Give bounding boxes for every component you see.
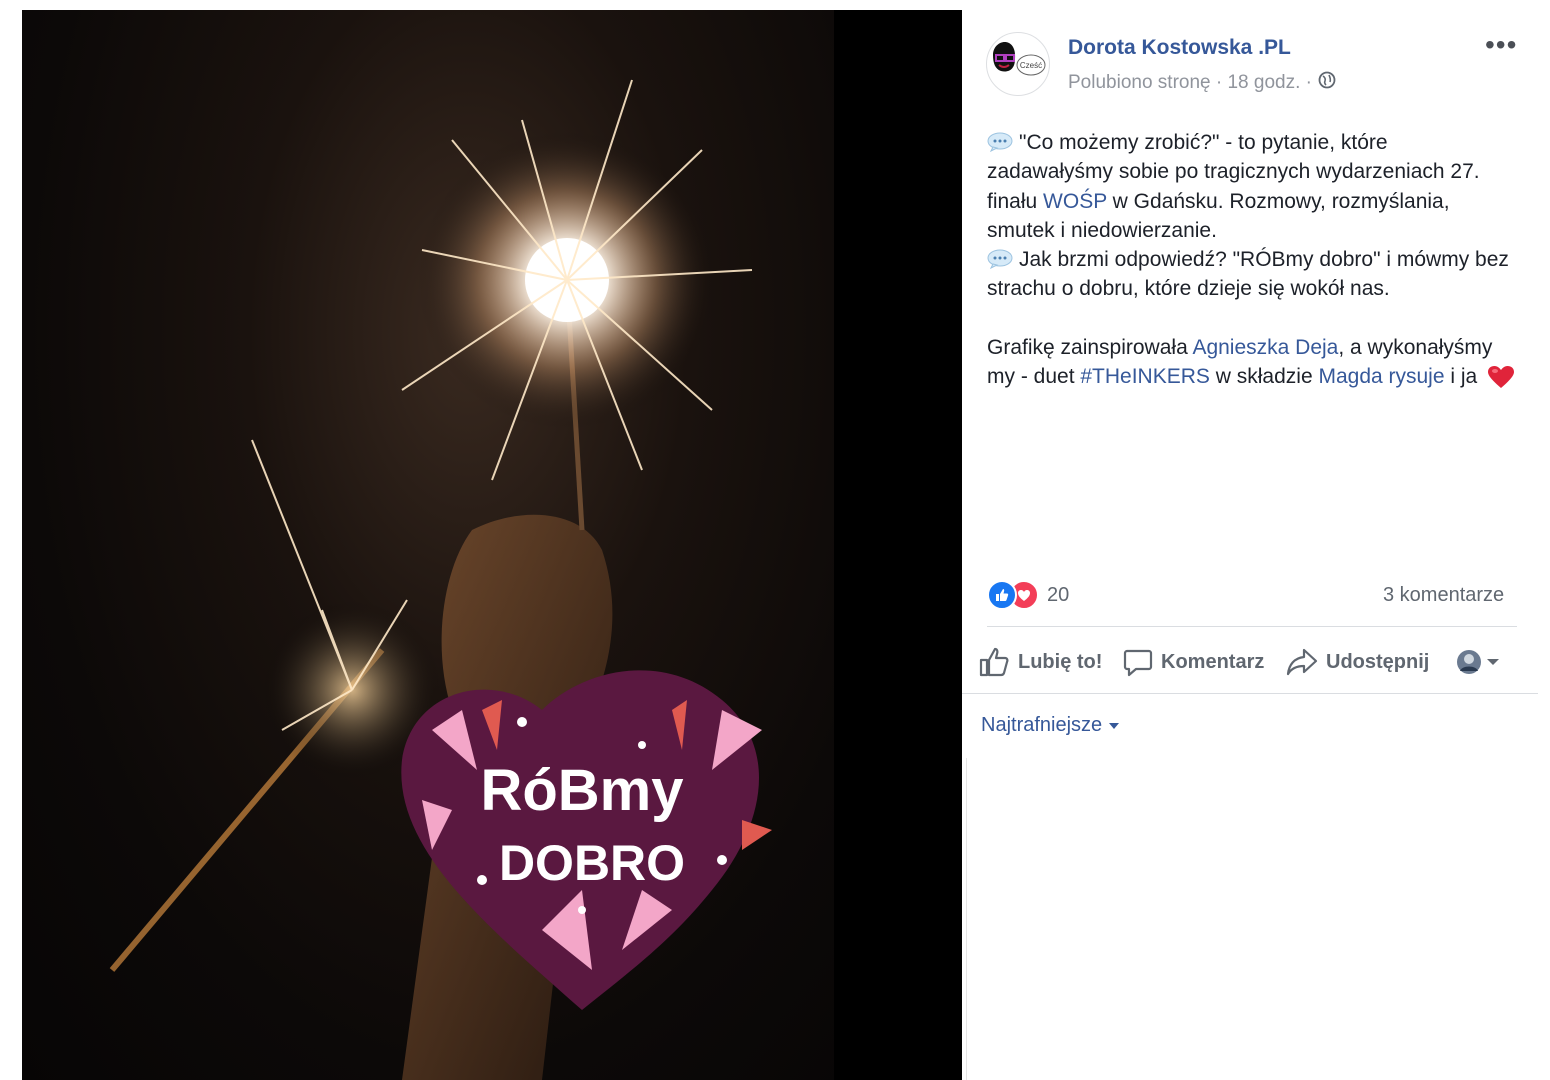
comment-label: Komentarz [1161,650,1265,673]
divider [987,626,1517,627]
sidebar-left-border [966,758,967,1080]
author-name[interactable]: Dorota Kostowska .PL [1068,36,1291,60]
speech-bubble-icon [1123,649,1153,677]
post-paragraph-2: Jak brzmi odpowiedź? "RÓBmy dobro" i mów… [987,245,1517,304]
heart-text-line1: RóBmy [480,758,683,823]
like-label: Lubię to! [1018,650,1103,673]
comment-button[interactable]: Komentarz [1123,642,1264,682]
post-image-container[interactable]: RóBmy DOBRO [22,10,962,1080]
red-heart-icon [1488,366,1515,389]
thumbs-up-icon [979,647,1009,677]
divider [962,693,1538,694]
link-hashtag-theinkers[interactable]: #THeINKERS [1080,365,1210,388]
paragraph-3-text-d: i ja [1444,365,1478,389]
post-body: "Co możemy zrobić?" - to pytanie, które … [987,128,1517,391]
author-avatar[interactable]: Cześć [986,32,1050,96]
share-label: Udostępnij [1326,650,1430,673]
reactions-summary[interactable]: 20 [987,580,1069,610]
heart-text-line2: DOBRO [499,835,685,891]
reactions-count: 20 [1047,583,1070,606]
sparkler-photo-illustration: RóBmy DOBRO [109,79,772,1080]
globe-icon[interactable] [1318,71,1336,95]
link-wosp[interactable]: WOŚP [1043,190,1107,213]
like-reaction-icon [987,580,1017,610]
sort-label: Najtrafniejsze [981,714,1103,736]
link-agnieszka-deja[interactable]: Agnieszka Deja [1192,336,1338,359]
post-actions-bar: Lubię to! Komentarz Udostępnij [978,642,1523,682]
post-options-button[interactable]: ••• [1485,30,1517,60]
caret-down-icon [1109,722,1120,729]
chevron-down-icon [1487,659,1499,665]
post-paragraph-1: "Co możemy zrobić?" - to pytanie, które … [987,128,1517,245]
post-paragraph-3: Grafikę zainspirowała Agnieszka Deja, a … [987,333,1517,392]
speech-balloon-icon [987,249,1013,270]
avatar-caption: Cześć [1020,61,1042,70]
post-photo[interactable]: RóBmy DOBRO [22,10,834,1080]
avatar-illustration: Cześć [993,42,1046,76]
share-button[interactable]: Udostępnij [1286,642,1429,682]
speech-balloon-icon [987,132,1013,152]
paragraph-3-text-c: w składzie [1209,365,1319,389]
like-button[interactable]: Lubię to! [978,642,1102,682]
page-avatar-icon [1457,650,1481,674]
share-arrow-icon [1286,648,1318,676]
post-meta: Polubiono stronę · 18 godz. · [1068,71,1336,95]
post-meta-text: Polubiono stronę · 18 godz. · [1068,72,1312,93]
link-magda-rysuje[interactable]: Magda rysuje [1318,365,1444,388]
comments-count[interactable]: 3 komentarze [1383,584,1504,607]
paragraph-3-text-a: Grafikę zainspirowała [987,335,1193,359]
paragraph-2-text: Jak brzmi odpowiedź? "RÓBmy dobro" i mów… [987,248,1509,301]
comment-sort-dropdown[interactable]: Najtrafniejsze [981,714,1120,737]
post-as-selector[interactable] [1456,642,1500,682]
